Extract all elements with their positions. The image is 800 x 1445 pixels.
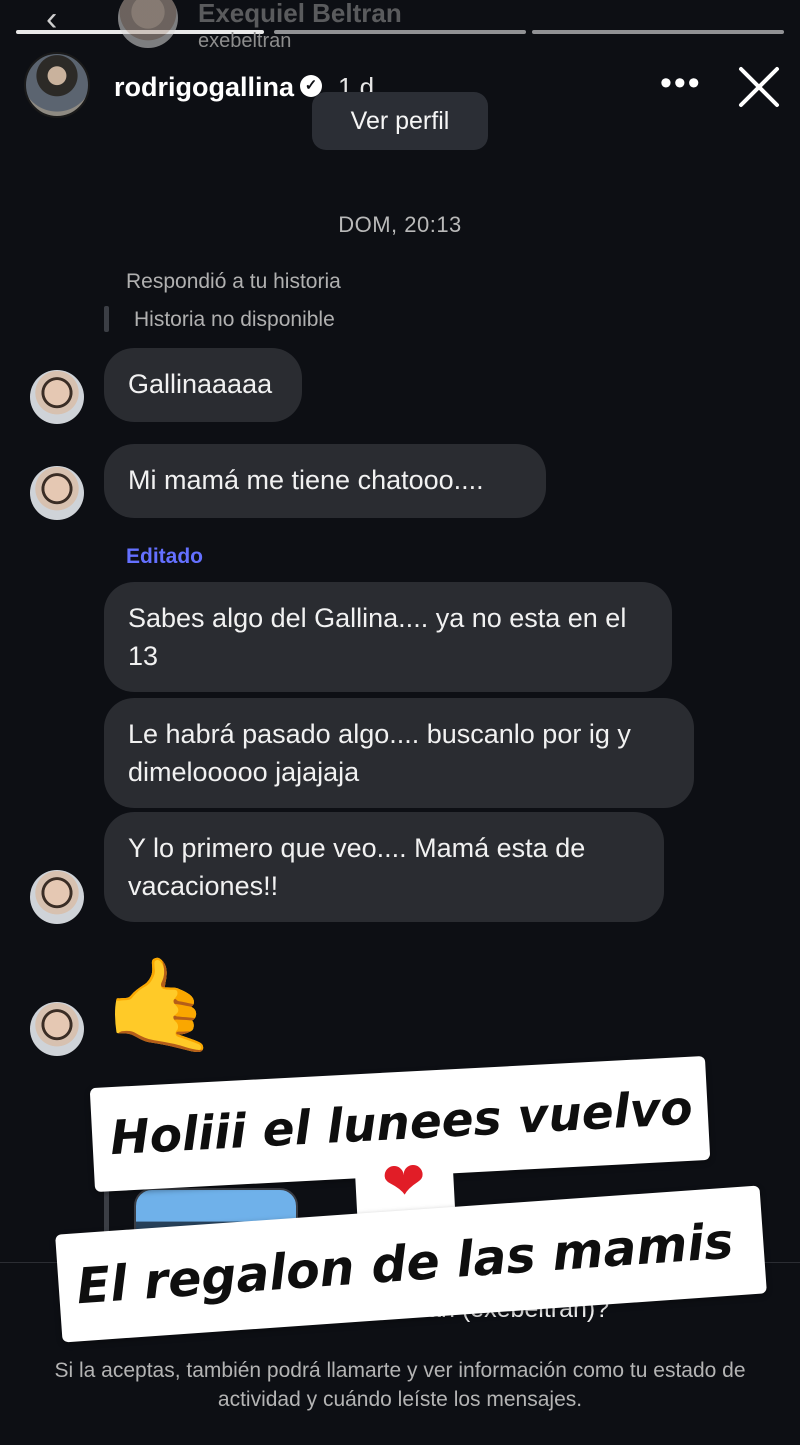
chat-contact-handle: exebeltran — [198, 30, 292, 52]
close-icon[interactable] — [736, 64, 782, 110]
sender-avatar[interactable] — [30, 870, 84, 924]
message-request-info: Si la aceptas, también podrá llamarte y … — [54, 1359, 746, 1411]
chat-contact-avatar — [118, 0, 178, 48]
story-author-username[interactable]: rodrigogallina — [114, 72, 294, 103]
story-progress-2 — [274, 30, 526, 34]
more-options-icon[interactable]: ••• — [660, 66, 702, 100]
message-bubble[interactable]: Sabes algo del Gallina.... ya no esta en… — [104, 582, 672, 692]
message-bubble[interactable]: Gallinaaaaa — [104, 348, 302, 422]
replied-to-story-label: Respondió a tu historia — [126, 270, 341, 293]
message-bubble[interactable]: Le habrá pasado algo.... buscanlo por ig… — [104, 698, 694, 808]
message-bubble[interactable]: Mi mamá me tiene chatooo.... — [104, 444, 546, 518]
reply-quote-bar — [104, 306, 109, 332]
heart-icon: ❤ — [380, 1151, 428, 1213]
message-bubble[interactable]: Y lo primero que veo.... Mamá esta de va… — [104, 812, 664, 922]
sender-avatar[interactable] — [30, 1002, 84, 1056]
chat-contact-name: Exequiel Beltran — [198, 0, 402, 28]
back-icon: ‹ — [46, 0, 58, 38]
call-me-hand-emoji[interactable]: 🤙 — [104, 956, 219, 1056]
story-author-avatar[interactable] — [24, 52, 90, 118]
chat-date-separator: DOM, 20:13 — [338, 212, 462, 237]
story-unavailable-label: Historia no disponible — [134, 308, 335, 331]
sender-avatar[interactable] — [30, 370, 84, 424]
sender-avatar[interactable] — [30, 466, 84, 520]
edited-label: Editado — [126, 545, 203, 568]
story-progress-3 — [532, 30, 784, 34]
view-profile-button[interactable]: Ver perfil — [312, 92, 488, 150]
